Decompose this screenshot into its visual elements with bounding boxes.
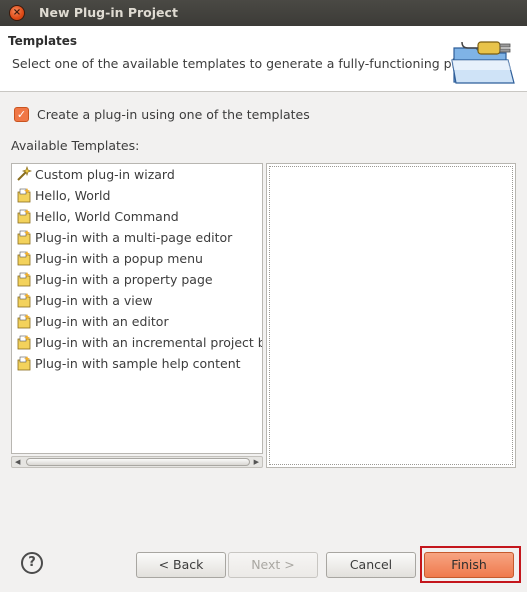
use-template-option[interactable]: ✓ Create a plug-in using one of the temp… (14, 107, 310, 122)
cancel-button[interactable]: Cancel (326, 552, 416, 578)
template-icon (17, 230, 31, 245)
list-item-property-page[interactable]: Plug-in with a property page (16, 269, 213, 289)
scroll-left-icon[interactable]: ◀ (15, 457, 20, 467)
close-icon[interactable]: × (9, 5, 25, 21)
list-item-label: Hello, World (35, 187, 111, 203)
list-item-hello-world-command[interactable]: Hello, World Command (16, 206, 179, 226)
template-icon (17, 335, 31, 350)
list-item-popup-menu[interactable]: Plug-in with a popup menu (16, 248, 203, 268)
template-icon (17, 356, 31, 371)
list-item-view[interactable]: Plug-in with a view (16, 290, 153, 310)
template-icon (17, 188, 31, 203)
list-item-editor[interactable]: Plug-in with an editor (16, 311, 169, 331)
page-title: Templates (8, 34, 78, 48)
templates-horizontal-scrollbar[interactable]: ◀ ▶ (11, 456, 263, 468)
list-item-incremental-project-builder[interactable]: Plug-in with an incremental project buil… (16, 332, 262, 352)
list-item-label: Plug-in with a view (35, 292, 153, 308)
list-item-label: Plug-in with sample help content (35, 355, 241, 371)
list-item-label: Plug-in with a property page (35, 271, 213, 287)
template-icon (17, 272, 31, 287)
list-item-sample-help-content[interactable]: Plug-in with sample help content (16, 353, 241, 373)
available-templates-label: Available Templates: (11, 138, 140, 153)
template-icon (17, 251, 31, 266)
list-item-label: Plug-in with an editor (35, 313, 169, 329)
list-item-label: Custom plug-in wizard (35, 166, 175, 182)
window-title: New Plug-in Project (39, 5, 178, 20)
use-template-checkbox[interactable]: ✓ (14, 107, 29, 122)
title-bar: × New Plug-in Project (0, 0, 527, 26)
list-item-label: Plug-in with an incremental project buil… (35, 334, 262, 350)
page-description: Select one of the available templates to… (12, 56, 491, 71)
template-icon (17, 314, 31, 329)
template-description-panel (266, 163, 516, 468)
list-item-label: Plug-in with a popup menu (35, 250, 203, 266)
custom-wizard-icon (17, 166, 32, 181)
plugin-folder-icon (451, 41, 515, 84)
scrollbar-thumb[interactable] (26, 458, 250, 466)
templates-list[interactable]: Custom plug-in wizard Hello, World Hello… (11, 163, 263, 454)
list-item-custom-plugin-wizard[interactable]: Custom plug-in wizard (16, 164, 175, 184)
list-item-hello-world[interactable]: Hello, World (16, 185, 110, 205)
finish-button[interactable]: Finish (424, 552, 514, 578)
help-button[interactable]: ? (21, 552, 43, 574)
list-item-label: Hello, World Command (35, 208, 179, 224)
list-item-multi-page-editor[interactable]: Plug-in with a multi-page editor (16, 227, 232, 247)
use-template-label: Create a plug-in using one of the templa… (37, 107, 310, 122)
next-button[interactable]: Next > (228, 552, 318, 578)
wizard-header: Templates Select one of the available te… (0, 26, 527, 92)
back-button[interactable]: < Back (136, 552, 226, 578)
template-icon (17, 293, 31, 308)
scroll-right-icon[interactable]: ▶ (254, 457, 259, 467)
list-item-label: Plug-in with a multi-page editor (35, 229, 233, 245)
template-icon (17, 209, 31, 224)
